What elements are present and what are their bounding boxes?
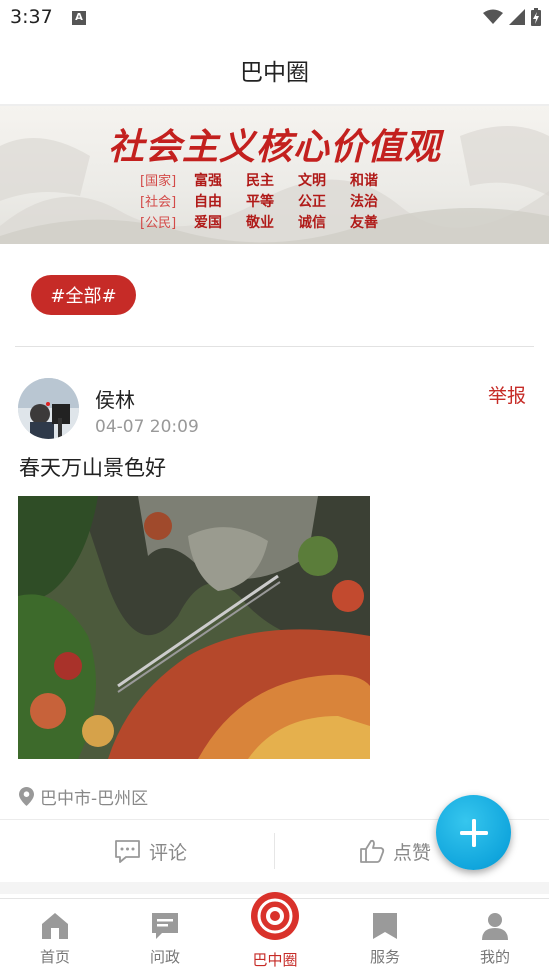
tab-wenzheng[interactable]: 问政 — [110, 899, 220, 976]
filter-chip-all[interactable]: #全部# — [31, 275, 136, 315]
banner-row-tag: [国家] — [140, 174, 177, 189]
app-screen: 3:37 A 巴中圈 社会主义核心价值观 [国家] 富强 民主 文明 和谐 [社… — [0, 0, 549, 976]
signal-icon — [509, 9, 525, 25]
comment-button[interactable]: 评论 — [114, 820, 187, 882]
filter-divider — [15, 346, 534, 347]
banner-value: 诚信 — [298, 214, 326, 231]
banner-value: 和谐 — [350, 172, 378, 189]
title-bar: 巴中圈 — [0, 36, 549, 104]
status-bar: 3:37 A — [0, 0, 549, 36]
banner-row-tag: [公民] — [140, 216, 177, 231]
post-location: 巴中市-巴州区 — [19, 784, 148, 809]
comment-label: 评论 — [149, 841, 188, 864]
banner-value: 敬业 — [246, 214, 274, 231]
post-text: 春天万山景色好 — [19, 456, 166, 480]
post-location-text: 巴中市-巴州区 — [40, 789, 149, 809]
comment-icon — [115, 840, 140, 863]
tab-home[interactable]: 首页 — [0, 899, 110, 976]
actions-separator — [274, 833, 275, 869]
post-photo-image — [18, 496, 370, 759]
avatar[interactable] — [18, 378, 79, 439]
tab-label: 问政 — [149, 948, 180, 966]
banner-value: 平等 — [246, 193, 274, 210]
battery-icon — [531, 8, 541, 26]
bookmark-icon — [373, 913, 397, 939]
system-icons — [483, 8, 541, 26]
banner-value: 富强 — [194, 172, 222, 189]
notification-icon: A — [72, 11, 86, 25]
tab-mine[interactable]: 我的 — [440, 899, 549, 976]
tab-label: 我的 — [479, 948, 510, 966]
banner-value: 爱国 — [194, 214, 222, 231]
tab-label: 首页 — [39, 948, 70, 966]
message-icon — [152, 913, 178, 939]
home-icon — [42, 913, 68, 939]
report-button[interactable]: 举报 — [488, 381, 526, 408]
values-banner[interactable]: 社会主义核心价值观 [国家] 富强 民主 文明 和谐 [社会] 自由 平等 公正… — [0, 106, 549, 244]
banner-row-society: [社会] 自由 平等 公正 法治 — [140, 190, 420, 211]
profile-icon — [482, 913, 508, 940]
status-time: 3:37 — [10, 6, 53, 28]
tab-label: 巴中圈 — [252, 951, 298, 969]
banner-row-nation: [国家] 富强 民主 文明 和谐 — [140, 169, 420, 190]
banner-value: 法治 — [350, 193, 378, 210]
banner-value: 公正 — [298, 193, 326, 210]
location-pin-icon — [19, 787, 34, 806]
banner-values-table: [国家] 富强 民主 文明 和谐 [社会] 自由 平等 公正 法治 [公民] 爱… — [140, 169, 420, 232]
thumbs-up-icon — [360, 839, 385, 863]
tab-services[interactable]: 服务 — [330, 899, 440, 976]
wifi-icon — [483, 9, 503, 24]
banner-value: 自由 — [194, 193, 222, 210]
post-username[interactable]: 侯林 — [95, 384, 135, 413]
avatar-image — [18, 378, 79, 439]
tab-bazhongquan[interactable]: 巴中圈 — [220, 892, 330, 976]
banner-value: 文明 — [298, 172, 326, 189]
banner-row-tag: [社会] — [140, 195, 177, 210]
post-time: 04-07 20:09 — [95, 417, 199, 437]
banner-row-citizen: [公民] 爱国 敬业 诚信 友善 — [140, 211, 420, 232]
like-button[interactable]: 点赞 — [359, 820, 431, 882]
banner-value: 友善 — [350, 214, 378, 231]
circle-icon — [251, 892, 299, 940]
bottom-tab-bar: 首页 问政 巴中圈 服务 我的 — [0, 892, 549, 976]
create-post-button[interactable] — [436, 795, 511, 870]
like-label: 点赞 — [393, 841, 432, 864]
page-title: 巴中圈 — [240, 60, 309, 86]
plus-icon — [459, 818, 488, 847]
banner-value: 民主 — [246, 172, 274, 189]
post-photo[interactable] — [18, 496, 370, 759]
tab-label: 服务 — [369, 948, 400, 966]
banner-slogan: 社会主义核心价值观 — [107, 126, 441, 168]
